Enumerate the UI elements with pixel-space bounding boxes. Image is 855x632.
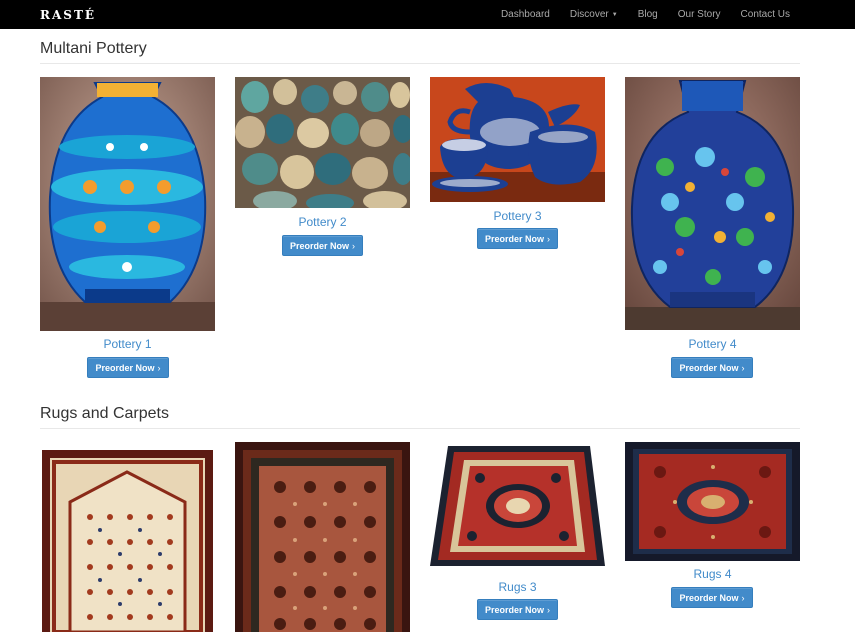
product-image-tea-set[interactable]	[430, 77, 605, 202]
product-image-rug[interactable]	[430, 442, 605, 573]
nav-our-story[interactable]: Our Story	[668, 9, 731, 20]
product-image-rug[interactable]	[625, 442, 800, 561]
product-name[interactable]: Pottery 1	[40, 337, 215, 351]
product-image-pottery-collection[interactable]	[235, 77, 410, 208]
preorder-button-label: Preorder Now	[679, 362, 739, 373]
nav-dashboard[interactable]: Dashboard	[491, 9, 560, 20]
product-image-vase[interactable]	[625, 77, 800, 330]
chevron-right-icon: ›	[352, 240, 355, 251]
product-name[interactable]: Pottery 2	[235, 215, 410, 229]
navbar: RASTÉ Dashboard Discover ▼ Blog Our Story…	[0, 0, 855, 29]
caret-down-icon: ▼	[611, 12, 618, 18]
preorder-button[interactable]: Preorder Now ›	[477, 228, 558, 249]
product-image-rug[interactable]	[40, 442, 215, 632]
section-divider	[40, 63, 800, 64]
preorder-button[interactable]: Preorder Now ›	[282, 235, 363, 256]
preorder-button-label: Preorder Now	[484, 604, 544, 615]
nav-discover-label: Discover	[569, 9, 609, 20]
chevron-right-icon: ›	[157, 362, 161, 373]
preorder-button-label: Preorder Now	[679, 592, 739, 603]
nav-discover[interactable]: Discover ▼	[560, 9, 628, 20]
preorder-button[interactable]: Preorder Now ›	[477, 599, 558, 620]
preorder-button[interactable]: Preorder Now ›	[87, 357, 169, 378]
section-divider	[40, 428, 800, 429]
product-name[interactable]: Rugs 4	[625, 567, 800, 581]
chevron-right-icon: ›	[741, 362, 745, 373]
preorder-button-label: Preorder Now	[484, 233, 544, 244]
product-name[interactable]: Pottery 4	[625, 337, 800, 351]
nav-menu: Dashboard Discover ▼ Blog Our Story Conta…	[491, 0, 800, 29]
preorder-button[interactable]: Preorder Now ›	[671, 587, 753, 608]
nav-contact-us[interactable]: Contact Us	[731, 9, 800, 20]
chevron-right-icon: ›	[741, 592, 745, 603]
brand-logo[interactable]: RASTÉ	[40, 8, 96, 22]
product-name[interactable]: Pottery 3	[430, 209, 605, 223]
chevron-right-icon: ›	[547, 604, 550, 615]
preorder-button-label: Preorder Now	[289, 240, 349, 251]
section-title-rugs: Rugs and Carpets	[40, 405, 169, 422]
product-image-rug[interactable]	[235, 442, 410, 632]
chevron-right-icon: ›	[547, 233, 550, 244]
product-image-vase[interactable]	[40, 77, 215, 331]
nav-blog[interactable]: Blog	[628, 9, 668, 20]
preorder-button-label: Preorder Now	[95, 362, 155, 373]
section-title-pottery: Multani Pottery	[40, 40, 147, 57]
preorder-button[interactable]: Preorder Now ›	[671, 357, 753, 378]
product-name[interactable]: Rugs 3	[430, 580, 605, 594]
